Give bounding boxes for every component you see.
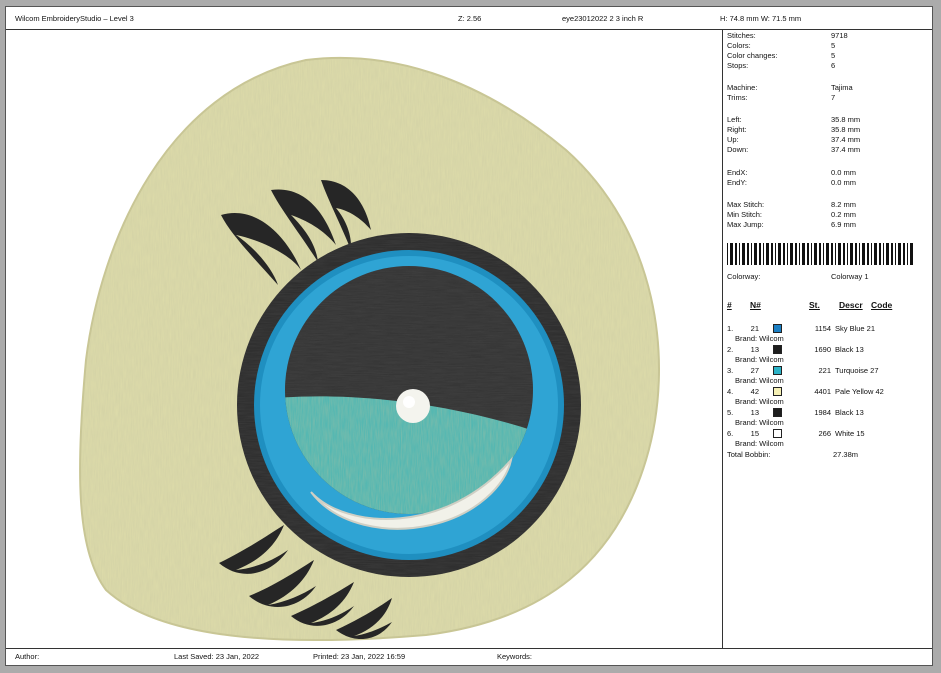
barcode-image [727, 243, 913, 265]
total-bobbin-row: Total Bobbin: 27.38m [727, 450, 859, 459]
col-header-n: N# [750, 300, 761, 310]
design-dimensions: H: 74.8 mm W: 71.5 mm [720, 14, 802, 23]
colorway-row: Colorway: Colorway 1 [727, 272, 869, 281]
thread-row: 2. 13 1690 Black 13 Brand: Wilcom [727, 345, 864, 364]
print-preview-sheet: Wilcom EmbroideryStudio – Level 3 Z: 2.5… [5, 6, 933, 666]
embroidery-design-image [79, 56, 660, 642]
design-preview [6, 30, 722, 649]
thread-row: 4. 42 4401 Pale Yellow 42 Brand: Wilcom [727, 387, 884, 406]
stat-up: Up: 37.4 mm [727, 135, 861, 144]
thread-color-swatch [773, 345, 782, 354]
footer-printed: Printed: 23 Jan, 2022 16:59 [313, 652, 406, 661]
footer-bar: Author: Last Saved: 23 Jan, 2022 Printed… [6, 648, 932, 665]
thread-row: 1. 21 1154 Sky Blue 21 Brand: Wilcom [727, 324, 876, 343]
thread-color-swatch [773, 366, 782, 375]
stat-stitches: Stitches: 9718 [727, 31, 848, 40]
zoom-level: Z: 2.56 [458, 14, 482, 23]
stat-max-stitch: Max Stitch: 8.2 mm [727, 200, 857, 209]
stat-min-stitch: Min Stitch: 0.2 mm [727, 210, 857, 219]
stat-left: Left: 35.8 mm [727, 115, 861, 124]
col-header-code: Code [871, 300, 893, 310]
stat-machine: Machine: Tajima [727, 83, 853, 92]
thread-row: 5. 13 1984 Black 13 Brand: Wilcom [727, 408, 864, 427]
thread-color-swatch [773, 429, 782, 438]
header-bar: Wilcom EmbroideryStudio – Level 3 Z: 2.5… [6, 7, 932, 30]
thread-color-swatch [773, 408, 782, 417]
thread-color-swatch [773, 387, 782, 396]
design-name: eye23012022 2 3 inch R [562, 14, 644, 23]
col-header-descr: Descr [839, 300, 863, 310]
stat-trims: Trims: 7 [727, 93, 836, 102]
stat-endx: EndX: 0.0 mm [727, 168, 857, 177]
stat-colors: Colors: 5 [727, 41, 836, 50]
stitch-info-panel: Stitches: 9718 Colors: 5 Color changes: 5 S… [723, 30, 932, 649]
stat-down: Down: 37.4 mm [727, 145, 861, 154]
thread-color-swatch [773, 324, 782, 333]
stat-endy: EndY: 0.0 mm [727, 178, 857, 187]
app-title: Wilcom EmbroideryStudio – Level 3 [15, 14, 134, 23]
stat-stops: Stops: 6 [727, 61, 836, 70]
col-header-stitches: St. [809, 300, 820, 310]
col-header-index: # [727, 300, 732, 310]
footer-keywords: Keywords: [497, 652, 533, 661]
stat-color-changes: Color changes: 5 [727, 51, 836, 60]
footer-author: Author: [15, 652, 40, 661]
thread-row: 3. 27 221 Turquoise 27 Brand: Wilcom [727, 366, 879, 385]
stat-max-jump: Max Jump: 6.9 mm [727, 220, 857, 229]
stat-right: Right: 35.8 mm [727, 125, 861, 134]
footer-last-saved: Last Saved: 23 Jan, 2022 [174, 652, 260, 661]
thread-row: 6. 15 266 White 15 Brand: Wilcom [727, 429, 865, 448]
